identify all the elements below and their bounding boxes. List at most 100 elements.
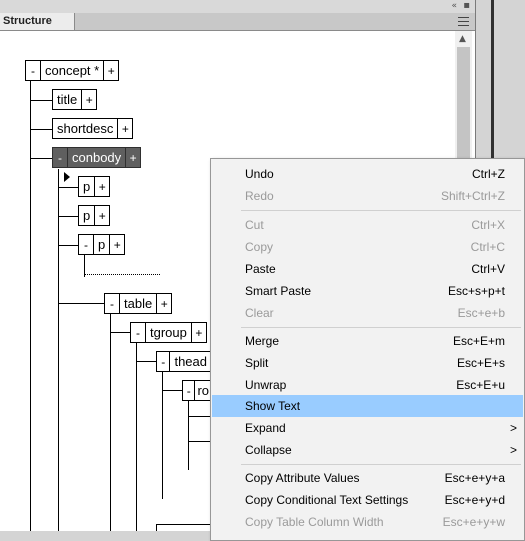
menu-item-label: Unwrap xyxy=(245,378,287,392)
menu-item-copy-table-column-width[interactable]: Copy Table Column Width Esc+e+y+w xyxy=(212,511,523,533)
node-label: ro xyxy=(197,383,209,398)
menu-item-copy-attribute-values[interactable]: Copy Attribute Values Esc+e+y+a xyxy=(212,467,523,489)
menu-item-shortcut: Esc+E+m xyxy=(452,334,505,348)
menu-item-shortcut: Ctrl+Z xyxy=(472,167,505,181)
insertion-point-icon xyxy=(64,172,70,182)
menu-item-label: Copy Table Column Width xyxy=(245,515,384,529)
context-menu: Undo Ctrl+Z Redo Shift+Ctrl+Z Cut Ctrl+X… xyxy=(210,158,525,541)
attributes-toggle[interactable]: + xyxy=(94,177,109,196)
menu-item-shortcut: Esc+e+y+a xyxy=(444,471,505,485)
menu-item-shortcut: Shift+Ctrl+Z xyxy=(440,189,505,203)
menu-item-label: Expand xyxy=(245,421,286,435)
menu-item-label: Show Text xyxy=(245,399,301,413)
panel-title-strip: « ▪ xyxy=(0,0,475,13)
menu-item-merge[interactable]: Merge Esc+E+m xyxy=(212,330,523,352)
menu-item-copy-conditional-text[interactable]: Copy Conditional Text Settings Esc+e+y+d xyxy=(212,489,523,511)
tab-structure-view[interactable]: Structure View xyxy=(0,13,75,44)
tree-node-row[interactable]: - ro xyxy=(182,380,212,401)
tree-node-title[interactable]: title + xyxy=(52,89,98,110)
tree-node-p[interactable]: - p + xyxy=(78,234,126,255)
menu-item-shortcut: Esc+E+u xyxy=(456,378,505,392)
menu-item-unwrap[interactable]: Unwrap Esc+E+u xyxy=(212,374,523,396)
node-label: thead xyxy=(174,354,207,369)
tree-node-tgroup[interactable]: - tgroup + xyxy=(130,322,207,343)
scroll-up-icon[interactable]: ▲ xyxy=(459,34,466,44)
menu-item-shortcut: Ctrl+V xyxy=(471,262,505,276)
tree-node-concept[interactable]: - concept * + xyxy=(25,60,120,81)
tree-connector xyxy=(58,169,59,541)
menu-item-collapse[interactable]: Collapse > xyxy=(212,439,523,461)
attributes-toggle[interactable]: + xyxy=(190,323,206,342)
tree-node-conbody[interactable]: - conbody + xyxy=(52,147,142,168)
panel-menu-icon[interactable] xyxy=(458,17,469,26)
collapse-toggle[interactable]: - xyxy=(157,352,171,371)
tree-connector xyxy=(30,158,52,159)
menu-item-label: Copy Conditional Text Settings xyxy=(245,493,409,507)
menu-item-copy[interactable]: Copy Ctrl+C xyxy=(212,236,523,258)
attributes-toggle[interactable]: + xyxy=(103,61,118,80)
collapse-toggle[interactable]: - xyxy=(131,323,146,342)
tree-connector xyxy=(156,524,210,525)
tree-connector xyxy=(188,416,210,417)
tree-connector xyxy=(58,245,78,246)
attributes-toggle[interactable]: + xyxy=(117,119,132,138)
menu-item-show-text[interactable]: Show Text xyxy=(212,395,523,417)
tree-node-thead[interactable]: - thead xyxy=(156,351,212,372)
menu-item-label: Paste xyxy=(245,262,276,276)
tree-connector xyxy=(188,400,189,470)
attributes-toggle[interactable]: + xyxy=(109,235,124,254)
tree-node-table[interactable]: - table + xyxy=(104,293,173,314)
text-snippet-placeholder xyxy=(84,274,160,275)
menu-item-label: Clear xyxy=(245,306,274,320)
menu-item-shortcut: Esc+e+b xyxy=(457,306,505,320)
attributes-toggle[interactable]: + xyxy=(125,148,140,167)
menu-item-label: Copy Attribute Values xyxy=(245,471,360,485)
menu-item-clear[interactable]: Clear Esc+e+b xyxy=(212,302,523,324)
submenu-chevron-icon: > xyxy=(509,443,517,457)
node-label: title xyxy=(57,92,78,107)
menu-item-label: Redo xyxy=(245,189,274,203)
tree-node-p[interactable]: p + xyxy=(78,205,111,226)
menu-item-shortcut: Esc+E+s xyxy=(456,356,505,370)
node-label: p xyxy=(83,208,91,223)
collapse-toggle[interactable]: - xyxy=(53,148,68,167)
menu-item-label: Copy xyxy=(245,240,274,254)
submenu-chevron-icon: > xyxy=(509,421,517,435)
tree-connector xyxy=(110,332,130,333)
tree-connector xyxy=(188,441,210,442)
tree-connector xyxy=(30,80,31,541)
menu-item-smart-paste[interactable]: Smart Paste Esc+s+p+t xyxy=(212,280,523,302)
collapse-toggle[interactable]: - xyxy=(183,381,196,400)
collapse-panel-icon[interactable]: « xyxy=(451,1,457,11)
menu-item-redo[interactable]: Redo Shift+Ctrl+Z xyxy=(212,185,523,207)
node-label: concept * xyxy=(45,63,100,78)
attributes-toggle[interactable]: + xyxy=(156,294,171,313)
tree-node-p[interactable]: p + xyxy=(78,176,111,197)
menu-item-shortcut: Ctrl+X xyxy=(471,218,505,232)
attributes-toggle[interactable]: + xyxy=(94,206,109,225)
collapse-toggle[interactable]: - xyxy=(105,294,120,313)
close-panel-icon[interactable]: ▪ xyxy=(463,0,470,11)
tree-node-shortdesc[interactable]: shortdesc + xyxy=(52,118,134,139)
tree-connector xyxy=(162,390,182,391)
menu-item-split[interactable]: Split Esc+E+s xyxy=(212,352,523,374)
menu-item-expand[interactable]: Expand > xyxy=(212,417,523,439)
menu-item-label: Collapse xyxy=(245,443,292,457)
menu-item-undo[interactable]: Undo Ctrl+Z xyxy=(212,163,523,185)
menu-separator xyxy=(241,327,521,328)
tree-connector xyxy=(110,313,111,541)
menu-item-label: Cut xyxy=(245,218,264,232)
collapse-toggle[interactable]: - xyxy=(79,235,94,254)
menu-item-cut[interactable]: Cut Ctrl+X xyxy=(212,214,523,236)
tree-connector xyxy=(58,303,104,304)
attributes-toggle[interactable]: + xyxy=(81,90,96,109)
menu-item-label: Smart Paste xyxy=(245,284,312,298)
menu-item-paste[interactable]: Paste Ctrl+V xyxy=(212,258,523,280)
node-label: p xyxy=(83,179,91,194)
tree-connector xyxy=(30,129,52,130)
collapse-toggle[interactable]: - xyxy=(26,61,41,80)
node-label: conbody xyxy=(72,150,122,165)
menu-separator xyxy=(241,210,521,211)
menu-item-shortcut: Ctrl+C xyxy=(470,240,505,254)
menu-item-shortcut: Esc+e+y+d xyxy=(444,493,505,507)
